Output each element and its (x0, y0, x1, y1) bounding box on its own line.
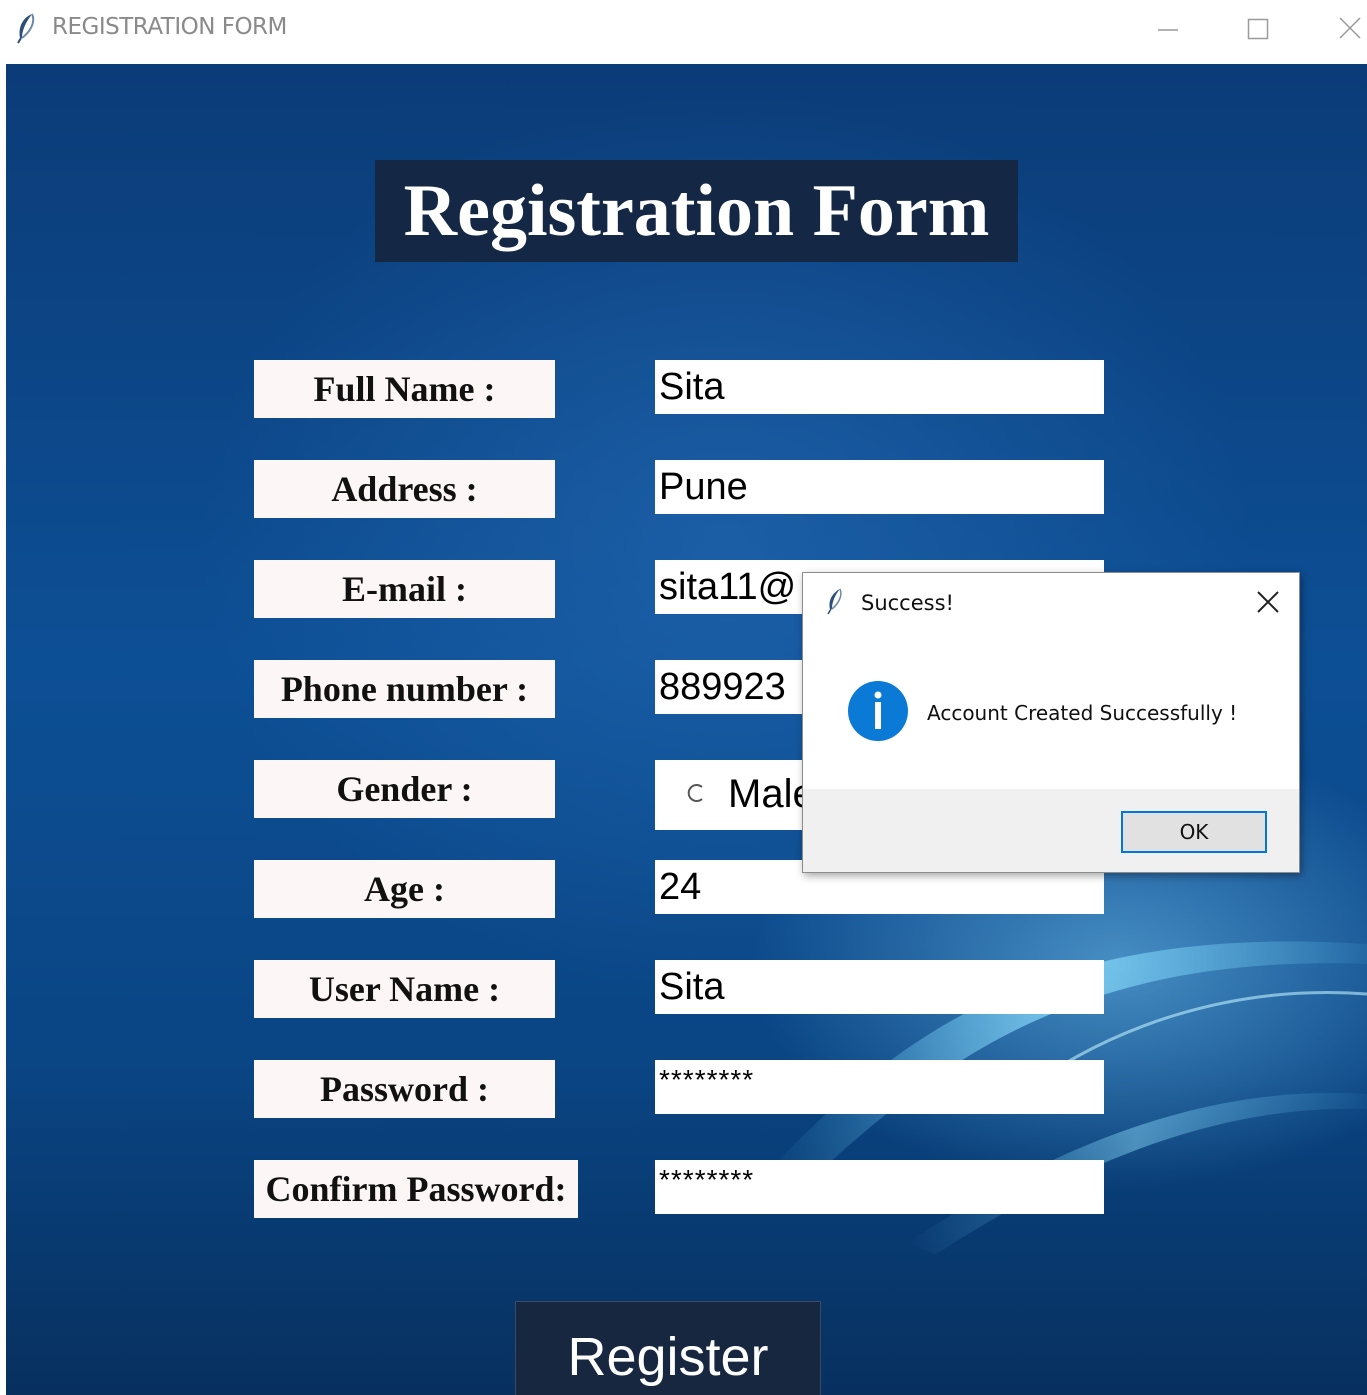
male-radio-button[interactable] (685, 782, 707, 804)
maximize-button[interactable] (1214, 0, 1304, 58)
dialog-title: Success! (861, 591, 954, 615)
info-icon (848, 681, 908, 741)
feather-icon (827, 588, 842, 615)
email-label: E-mail : (254, 560, 555, 618)
dialog-message: Account Created Successfully ! (927, 701, 1238, 725)
window-title: REGISTRATION FORM (52, 14, 287, 40)
confirm-password-label: Confirm Password: (254, 1160, 578, 1218)
close-icon (1339, 17, 1361, 39)
password-input[interactable]: ******** (655, 1060, 1104, 1114)
close-window-button[interactable] (1300, 0, 1367, 58)
full-name-label: Full Name : (254, 360, 555, 418)
address-input[interactable]: Pune (655, 460, 1104, 514)
user-name-input[interactable]: Sita (655, 960, 1104, 1014)
confirm-password-input[interactable]: ******** (655, 1160, 1104, 1214)
dialog-footer: OK (803, 789, 1299, 872)
full-name-input[interactable]: Sita (655, 360, 1104, 414)
maximize-icon (1247, 18, 1269, 40)
success-dialog: Success! Account Created Successfully ! … (802, 572, 1300, 873)
page-title: Registration Form (375, 160, 1018, 262)
phone-number-label: Phone number : (254, 660, 555, 718)
password-label: Password : (254, 1060, 555, 1118)
window-titlebar: REGISTRATION FORM (0, 0, 1367, 62)
user-name-label: User Name : (254, 960, 555, 1018)
close-icon[interactable] (1251, 585, 1285, 619)
age-label: Age : (254, 860, 555, 918)
feather-icon (17, 13, 35, 44)
minimize-icon (1158, 29, 1178, 31)
gender-label: Gender : (254, 760, 555, 818)
minimize-button[interactable] (1124, 0, 1214, 58)
address-label: Address : (254, 460, 555, 518)
register-button[interactable]: Register (515, 1301, 821, 1395)
ok-button[interactable]: OK (1121, 811, 1267, 853)
